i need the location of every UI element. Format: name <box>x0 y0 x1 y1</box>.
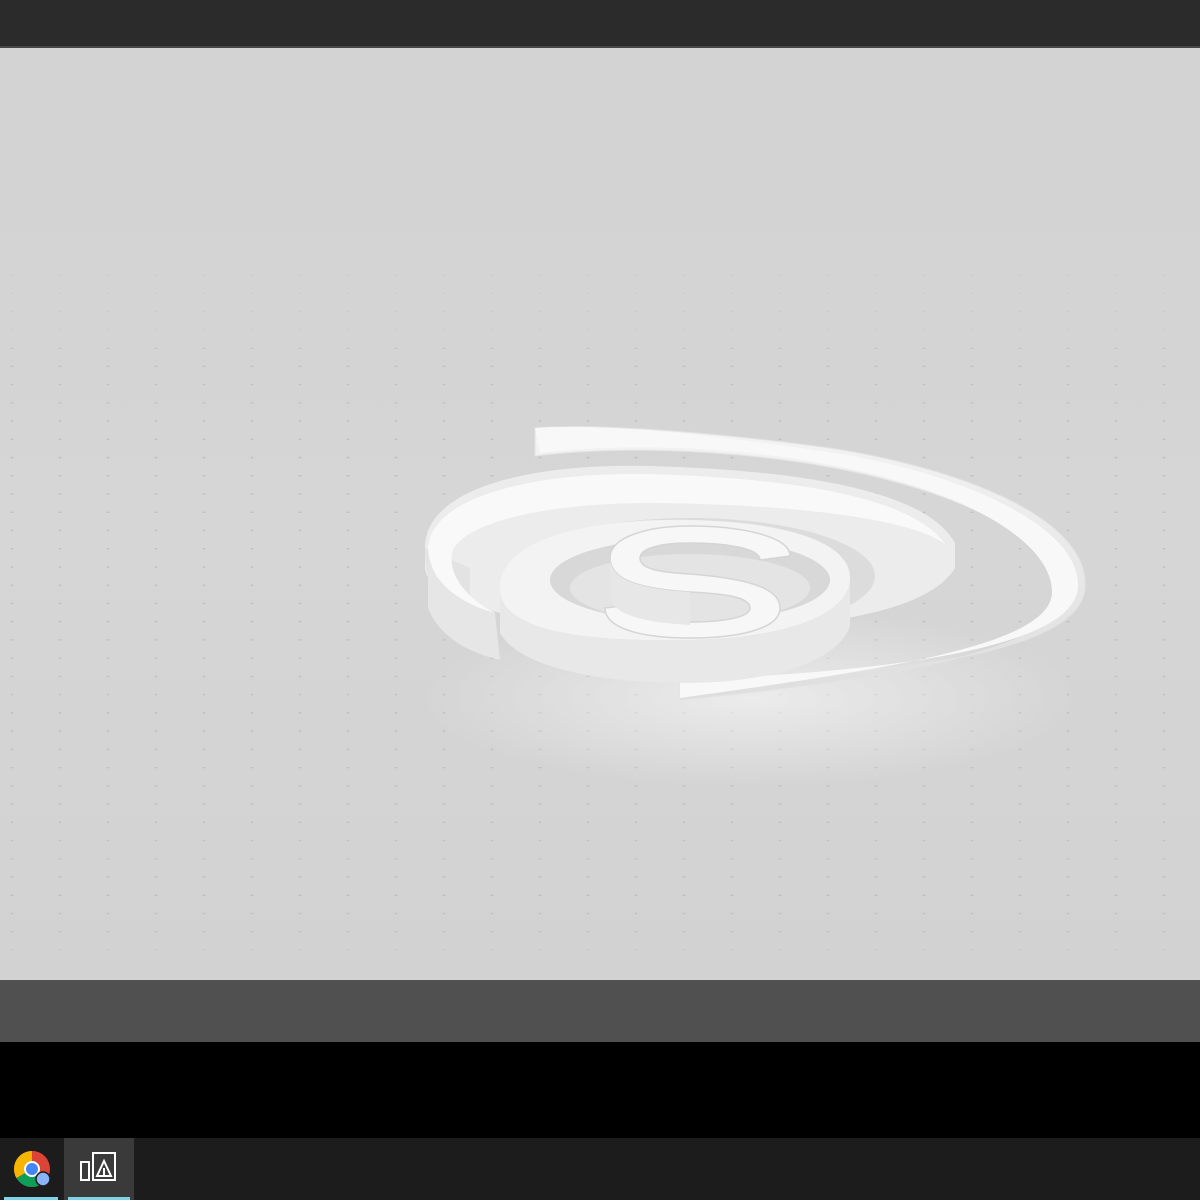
chrome-icon <box>13 1151 51 1188</box>
screen-border <box>0 1042 1200 1138</box>
3d-builder-app-icon <box>80 1152 116 1181</box>
3d-viewport[interactable] <box>0 48 1200 980</box>
status-panel <box>0 980 1200 1042</box>
windows-taskbar <box>0 1138 1200 1200</box>
taskbar-item-3d-builder[interactable] <box>64 1138 134 1200</box>
taskbar-item-chrome[interactable] <box>0 1138 64 1200</box>
app-title-bar[interactable] <box>0 0 1200 48</box>
desktop-screen <box>0 0 1200 1200</box>
